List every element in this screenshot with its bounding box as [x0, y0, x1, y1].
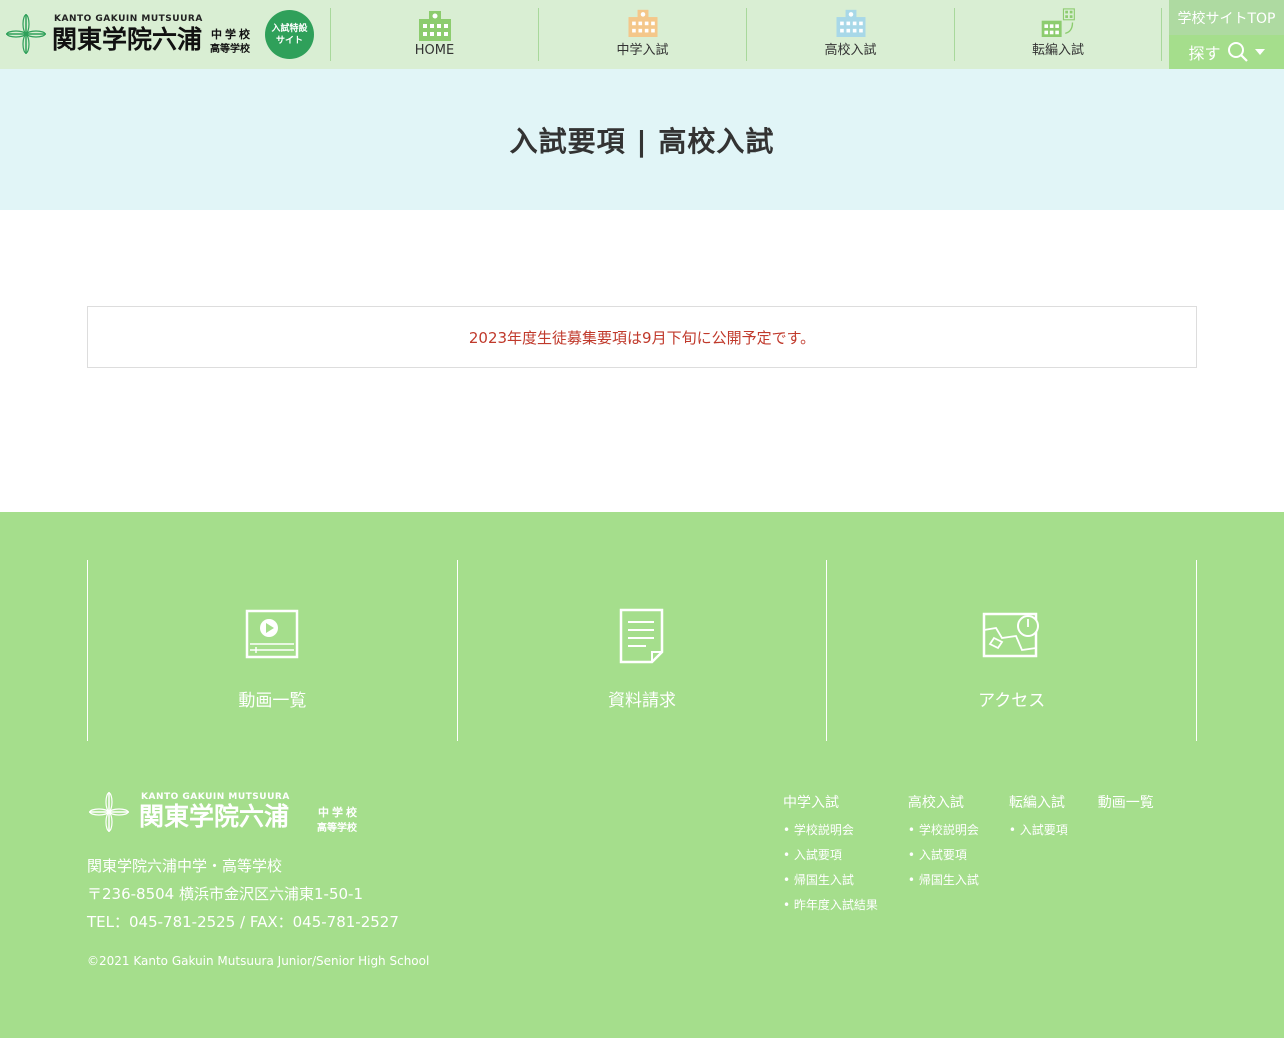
footer-school-name: 関東学院六浦中学・高等学校	[87, 857, 283, 875]
badge-line-1: 入試特設	[271, 23, 308, 34]
page-hero: 入試要項 | 高校入試	[0, 69, 1284, 210]
nav-label: 転編入試	[1031, 43, 1084, 58]
footer-link[interactable]: 帰国生入試	[908, 868, 979, 893]
nav-label: 高校入試	[824, 43, 877, 58]
notice-box: 2023年度生徒募集要項は9月下旬に公開予定です。	[87, 306, 1197, 368]
school-site-top-link[interactable]: 学校サイトTOP	[1169, 0, 1284, 35]
school-building-icon	[836, 9, 865, 37]
caret-down-icon	[1254, 49, 1265, 55]
footer-copyright: ©2021 Kanto Gakuin Mutsuura Junior/Senio…	[87, 954, 430, 968]
footer-logo-subtitle-junior: 中学校	[318, 806, 360, 819]
footer-contact-info: 関東学院六浦中学・高等学校 〒236-8504 横浜市金沢区六浦東1-50-1 …	[87, 852, 399, 936]
footer-column-senior: 高校入試 学校説明会 入試要項 帰国生入試	[908, 792, 979, 918]
video-icon	[246, 609, 299, 659]
exam-site-badge: 入試特設 サイト	[265, 10, 314, 59]
footer-column-videos: 動画一覧	[1098, 792, 1154, 918]
footer-logo[interactable]: KANTO GAKUIN MUTSUURA 関東学院六浦 中学校 高等学校	[87, 790, 387, 836]
footer-column-title[interactable]: 動画一覧	[1098, 792, 1154, 812]
nav-item-transfer-exam[interactable]: 転編入試	[954, 8, 1162, 61]
footer-link[interactable]: 帰国生入試	[783, 868, 878, 893]
logo-english-name: KANTO GAKUIN MUTSUURA	[54, 14, 203, 24]
badge-line-2: サイト	[275, 35, 303, 46]
footer-column-junior: 中学入試 学校説明会 入試要項 帰国生入試 昨年度入試結果	[783, 792, 878, 918]
footer-link[interactable]: 学校説明会	[908, 818, 979, 843]
footer-column-transfer: 転編入試 入試要項	[1009, 792, 1068, 918]
school-building-icon	[628, 9, 657, 37]
footer-column-title[interactable]: 転編入試	[1009, 792, 1068, 812]
site-logo[interactable]: KANTO GAKUIN MUTSUURA 関東学院六浦 中学校 高等学校 入試…	[4, 10, 330, 62]
footer-link[interactable]: 入試要項	[1009, 818, 1068, 843]
nav-label: HOME	[414, 43, 455, 58]
document-icon	[619, 608, 664, 664]
quick-link-label: 資料請求	[608, 691, 676, 711]
logo-subtitle-senior: 高等学校	[210, 44, 250, 55]
quick-link-label: 動画一覧	[238, 691, 307, 711]
nav-item-senior-exam[interactable]: 高校入試	[746, 8, 954, 61]
quick-link-access[interactable]: アクセス	[826, 560, 1198, 741]
map-icon	[982, 612, 1039, 658]
footer-link[interactable]: 入試要項	[908, 843, 979, 868]
main-nav: HOME 中学入試 高校入試 転編入試	[330, 8, 1162, 61]
search-button[interactable]: 探す	[1169, 35, 1284, 69]
footer-link[interactable]: 入試要項	[783, 843, 878, 868]
search-icon	[1227, 42, 1248, 62]
footer-tel-fax: TEL：045-781-2525 / FAX：045-781-2527	[87, 913, 399, 931]
quick-link-videos[interactable]: 動画一覧	[87, 560, 457, 741]
footer-logo-subtitle-senior: 高等学校	[317, 823, 357, 834]
footer-link[interactable]: 学校説明会	[783, 818, 878, 843]
footer-link[interactable]: 昨年度入試結果	[783, 893, 878, 918]
search-label: 探す	[1188, 44, 1221, 63]
nav-item-junior-exam[interactable]: 中学入試	[538, 8, 746, 61]
footer-quick-links: 動画一覧 資料請求 アクセス	[87, 560, 1198, 741]
notice-text: 2023年度生徒募集要項は9月下旬に公開予定です。	[468, 328, 816, 347]
quick-link-label: アクセス	[978, 691, 1046, 711]
footer-address: 〒236-8504 横浜市金沢区六浦東1-50-1	[87, 885, 363, 903]
nav-label: 中学入試	[616, 43, 669, 58]
cross-logo-icon	[89, 792, 129, 832]
footer-logo-english-name: KANTO GAKUIN MUTSUURA	[141, 792, 290, 802]
transfer-building-icon	[1041, 8, 1075, 37]
cross-logo-icon	[6, 14, 46, 54]
quick-link-brochure[interactable]: 資料請求	[456, 560, 827, 741]
logo-japanese-name: 関東学院六浦	[52, 25, 203, 54]
nav-item-home[interactable]: HOME	[330, 8, 538, 61]
site-footer: 動画一覧 資料請求 アクセス KANTO GAKUIN MUTSUURA 関東学…	[0, 512, 1284, 1038]
footer-logo-japanese-name: 関東学院六浦	[139, 802, 290, 831]
footer-column-title[interactable]: 中学入試	[783, 792, 878, 812]
school-building-icon	[418, 11, 451, 41]
footer-column-title[interactable]: 高校入試	[908, 792, 979, 812]
page-title: 入試要項 | 高校入試	[509, 124, 775, 158]
site-header: KANTO GAKUIN MUTSUURA 関東学院六浦 中学校 高等学校 入試…	[0, 0, 1284, 69]
footer-sitemap: 中学入試 学校説明会 入試要項 帰国生入試 昨年度入試結果 高校入試 学校説明会…	[783, 792, 1154, 918]
